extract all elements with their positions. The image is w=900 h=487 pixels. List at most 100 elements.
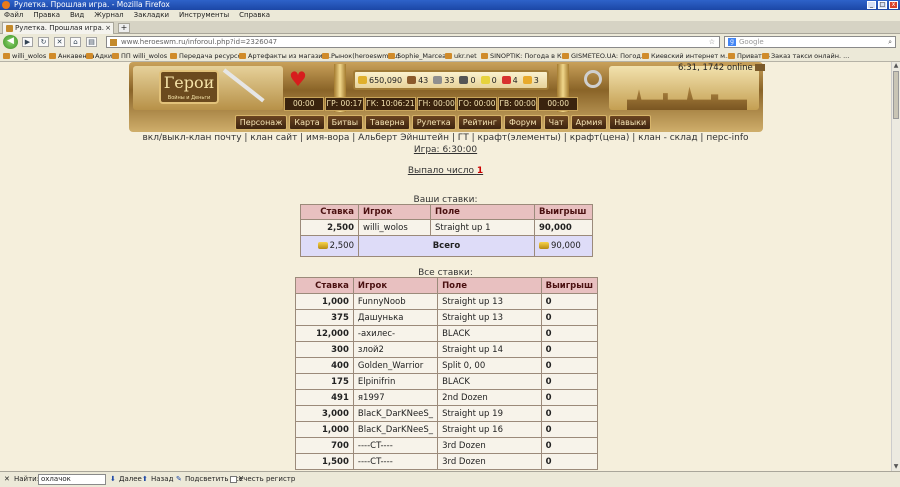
game-nav: Персонаж Карта Битвы Таверна Рулетка Рей…: [213, 115, 673, 130]
menu-file[interactable]: Файл: [4, 10, 23, 21]
nav-forum[interactable]: Форум: [503, 115, 542, 130]
new-tab-button[interactable]: +: [118, 23, 130, 33]
all-bets-table: Ставка Игрок Поле Выигрыш 1,000 FunnyNoob…: [295, 277, 599, 470]
bet-player[interactable]: ----CT----: [352, 453, 439, 470]
bet-win: 0: [540, 421, 599, 438]
find-input[interactable]: охлачок: [38, 474, 106, 485]
game-time-link[interactable]: Игра: 6:30:00: [0, 145, 891, 155]
nav-tavern[interactable]: Таверна: [365, 115, 410, 130]
nav-chat[interactable]: Чат: [543, 115, 569, 130]
bet-player[interactable]: я1997: [352, 389, 439, 406]
bet-player[interactable]: Дашунька: [352, 309, 439, 326]
nav-map[interactable]: Карта: [289, 115, 325, 130]
timer: ГР: 00:17: [324, 97, 365, 111]
bet-win: 0: [540, 389, 599, 406]
menu-view[interactable]: Вид: [70, 10, 84, 21]
table-row: 1,000 FunnyNoob Straight up 13 0: [295, 293, 599, 310]
menu-bookmarks[interactable]: Закладки: [134, 10, 169, 21]
menu-tools[interactable]: Инструменты: [179, 10, 229, 21]
bookmark-manager-icon[interactable]: ▤: [86, 37, 97, 47]
bookmark-icon: [3, 53, 10, 59]
mercury-amount: 0: [470, 75, 476, 85]
nav-battles[interactable]: Битвы: [326, 115, 364, 130]
back-button[interactable]: ◀: [3, 35, 18, 49]
nav-skills[interactable]: Навыки: [609, 115, 652, 130]
crystal-icon: [501, 76, 511, 84]
gold-icon: [358, 76, 367, 84]
ring-icon[interactable]: [584, 70, 602, 88]
timer: 00:00: [538, 97, 578, 111]
col-player: Игрок: [352, 277, 439, 294]
bet-player[interactable]: -ахилес-: [352, 325, 439, 342]
quick-links[interactable]: вкл/выкл-клан почту | клан сайт | имя-во…: [0, 133, 891, 143]
bookmark-item[interactable]: willi_wolos: [3, 50, 46, 61]
bookmark-item[interactable]: Передача ресурсов: [170, 50, 245, 61]
menu-help[interactable]: Справка: [239, 10, 270, 21]
match-case-checkbox[interactable]: Учесть регистр: [230, 472, 295, 487]
dropped-value: 1: [476, 166, 484, 176]
scroll-thumb[interactable]: [893, 71, 899, 119]
wood-icon: [407, 76, 417, 84]
your-bets-table: Ставка Игрок Поле Выигрыш 2,500 willi_wo…: [300, 204, 593, 257]
scroll-down-arrow[interactable]: ▼: [892, 463, 900, 471]
game-header-banner: Герои Войны и Деньги ♥ 650,090 43 33 0 0…: [129, 62, 763, 132]
page-scrollbar[interactable]: ▲ ▼: [891, 62, 900, 471]
online-counter: 6:31, 1742 online: [678, 63, 765, 73]
crystal-amount: 4: [512, 75, 518, 85]
bet-player[interactable]: ----CT----: [352, 437, 439, 454]
gold-icon: [539, 242, 549, 249]
nav-roulette[interactable]: Рулетка: [411, 115, 456, 130]
forward-button[interactable]: ▶: [22, 37, 33, 47]
bet-player[interactable]: BlacK_DarKNeeS_: [352, 405, 439, 422]
bet-player[interactable]: Elpinifrin: [352, 373, 439, 390]
bet-field: Straight up 13: [437, 293, 542, 310]
home-icon[interactable]: ⌂: [70, 37, 81, 47]
search-icon[interactable]: ⌕: [888, 37, 892, 47]
tab-roulette[interactable]: Рулетка. Прошлая игра. ×: [2, 22, 114, 34]
nav-army[interactable]: Армия: [570, 115, 608, 130]
bookmark-item[interactable]: Sophie_Marceau: [388, 50, 450, 61]
close-find-icon[interactable]: ✕: [4, 472, 10, 487]
bookmark-item[interactable]: Артефакты из магазин...: [239, 50, 333, 61]
bet-player[interactable]: BlacK_DarKNeeS_: [352, 421, 439, 438]
bookmark-item[interactable]: ПП willi_wolos: [112, 50, 167, 61]
bet-player[interactable]: Golden_Warrior: [352, 357, 439, 374]
menu-history[interactable]: Журнал: [94, 10, 123, 21]
health-heart-icon[interactable]: ♥: [289, 69, 307, 89]
bet-stake: 1,000: [295, 421, 354, 438]
bookmark-item[interactable]: ukr.net: [445, 50, 477, 61]
scroll-up-arrow[interactable]: ▲: [892, 62, 900, 70]
minimize-button[interactable]: _: [867, 1, 876, 9]
bet-player[interactable]: FunnyNoob: [352, 293, 439, 310]
bet-win: 0: [540, 309, 599, 326]
nav-rating[interactable]: Рейтинг: [457, 115, 502, 130]
col-player: Игрок: [358, 204, 431, 220]
bet-win: 0: [540, 293, 599, 310]
bet-player[interactable]: злой2: [352, 341, 439, 358]
close-window-button[interactable]: x: [889, 1, 898, 9]
find-next-button[interactable]: ⬇ Далее: [110, 472, 142, 487]
bookmark-star-icon[interactable]: ☆: [709, 37, 715, 47]
bet-field: 3rd Dozen: [437, 437, 542, 454]
arrow-up-icon: ⬆: [142, 475, 148, 483]
search-box[interactable]: g Google ⌕: [724, 36, 896, 48]
stop-icon[interactable]: ✕: [54, 37, 65, 47]
nav-character[interactable]: Персонаж: [234, 115, 288, 130]
reload-icon[interactable]: ↻: [38, 37, 49, 47]
firefox-icon: [2, 1, 10, 9]
menu-edit[interactable]: Правка: [33, 10, 60, 21]
col-field: Поле: [430, 204, 535, 220]
bookmark-icon: [112, 53, 119, 59]
bookmark-item[interactable]: Киевский интернет м...: [642, 50, 731, 61]
address-bar[interactable]: www.heroeswm.ru/inforoul.php?id=2326047 …: [106, 36, 720, 48]
find-prev-button[interactable]: ⬆ Назад: [142, 472, 173, 487]
bookmark-item[interactable]: Заказ такси онлайн. ...: [762, 50, 849, 61]
bookmark-item[interactable]: GISMETEO.UA: Погод...: [562, 50, 647, 61]
tab-close-icon[interactable]: ×: [105, 23, 111, 34]
bet-player[interactable]: willi_wolos: [358, 219, 431, 236]
window-title: Рулетка. Прошлая игра. - Mozilla Firefox: [14, 0, 170, 9]
bookmark-item[interactable]: SINOPTIK: Погода в К...: [481, 50, 568, 61]
bet-stake: 375: [295, 309, 354, 326]
maximize-button[interactable]: □: [878, 1, 887, 9]
address-url: www.heroeswm.ru/inforoul.php?id=2326047: [121, 38, 278, 46]
